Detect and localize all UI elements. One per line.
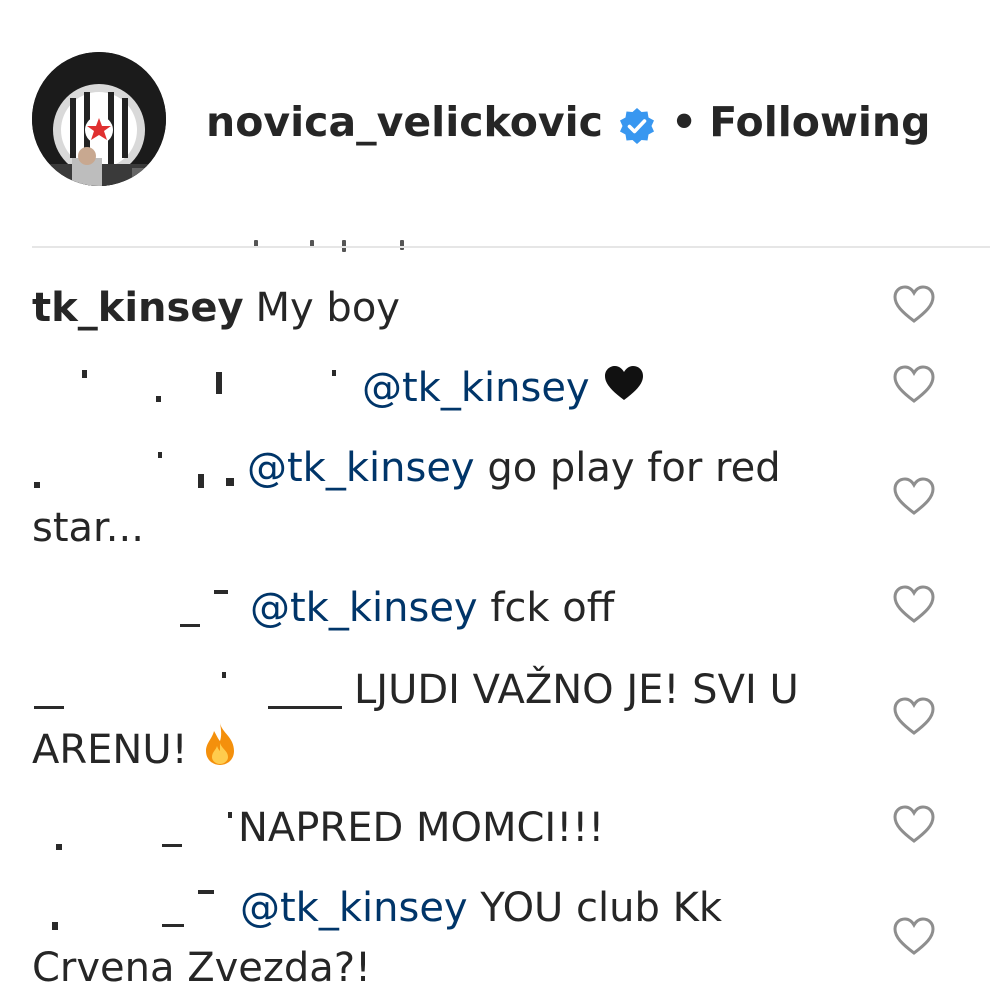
black-heart-emoji xyxy=(602,360,646,420)
comment-text-continued: star... xyxy=(32,505,144,551)
comment-mention[interactable]: @tk_kinsey xyxy=(250,585,478,631)
like-heart-icon[interactable] xyxy=(892,584,936,624)
comment-mention[interactable]: @tk_kinsey xyxy=(240,885,468,931)
comment-text-continued: ARENU! xyxy=(32,727,188,773)
like-heart-icon[interactable] xyxy=(892,476,936,516)
like-heart-icon[interactable] xyxy=(892,916,936,956)
comment-mention[interactable]: @tk_kinsey xyxy=(362,365,590,411)
like-heart-icon[interactable] xyxy=(892,364,936,404)
comment-item: LJUDI VAŽNO JE! SVI U ARENU! xyxy=(32,660,862,784)
comment-author-redacted xyxy=(32,878,240,938)
fire-emoji xyxy=(200,721,240,784)
comment-item: NAPRED MOMCI!!! xyxy=(32,798,862,858)
comment-item: @tk_kinsey fck off xyxy=(32,578,862,638)
comment-text-continued: Crvena Zvezda?! xyxy=(32,945,372,991)
comment-mention[interactable]: @tk_kinsey xyxy=(247,445,475,491)
like-heart-icon[interactable] xyxy=(892,284,936,324)
like-heart-icon[interactable] xyxy=(892,696,936,736)
comment-item: @tk_kinsey xyxy=(32,358,862,420)
comment-text: My boy xyxy=(255,285,400,331)
comment-item: tk_kinsey My boy xyxy=(32,278,862,338)
comment-text: fck off xyxy=(477,585,615,631)
comment-author-redacted xyxy=(32,438,247,498)
comment-text: LJUDI VAŽNO JE! SVI U xyxy=(354,667,799,713)
comment-text: go play for red xyxy=(474,445,781,491)
comment-text: YOU club Kk xyxy=(467,885,723,931)
comment-item: @tk_kinsey go play for red star... xyxy=(32,438,862,558)
like-heart-icon[interactable] xyxy=(892,804,936,844)
comment-author-redacted xyxy=(32,798,238,858)
comment-list: tk_kinsey My boy @tk_kinsey @tk_kinsey go… xyxy=(0,0,1000,1003)
comment-author-redacted xyxy=(32,660,354,720)
comment-author-redacted xyxy=(32,578,250,638)
comment-text: NAPRED MOMCI!!! xyxy=(238,805,605,851)
comment-author-redacted xyxy=(32,358,362,418)
comment-author[interactable]: tk_kinsey xyxy=(32,285,244,331)
comment-item: @tk_kinsey YOU club Kk Crvena Zvezda?! xyxy=(32,878,862,998)
